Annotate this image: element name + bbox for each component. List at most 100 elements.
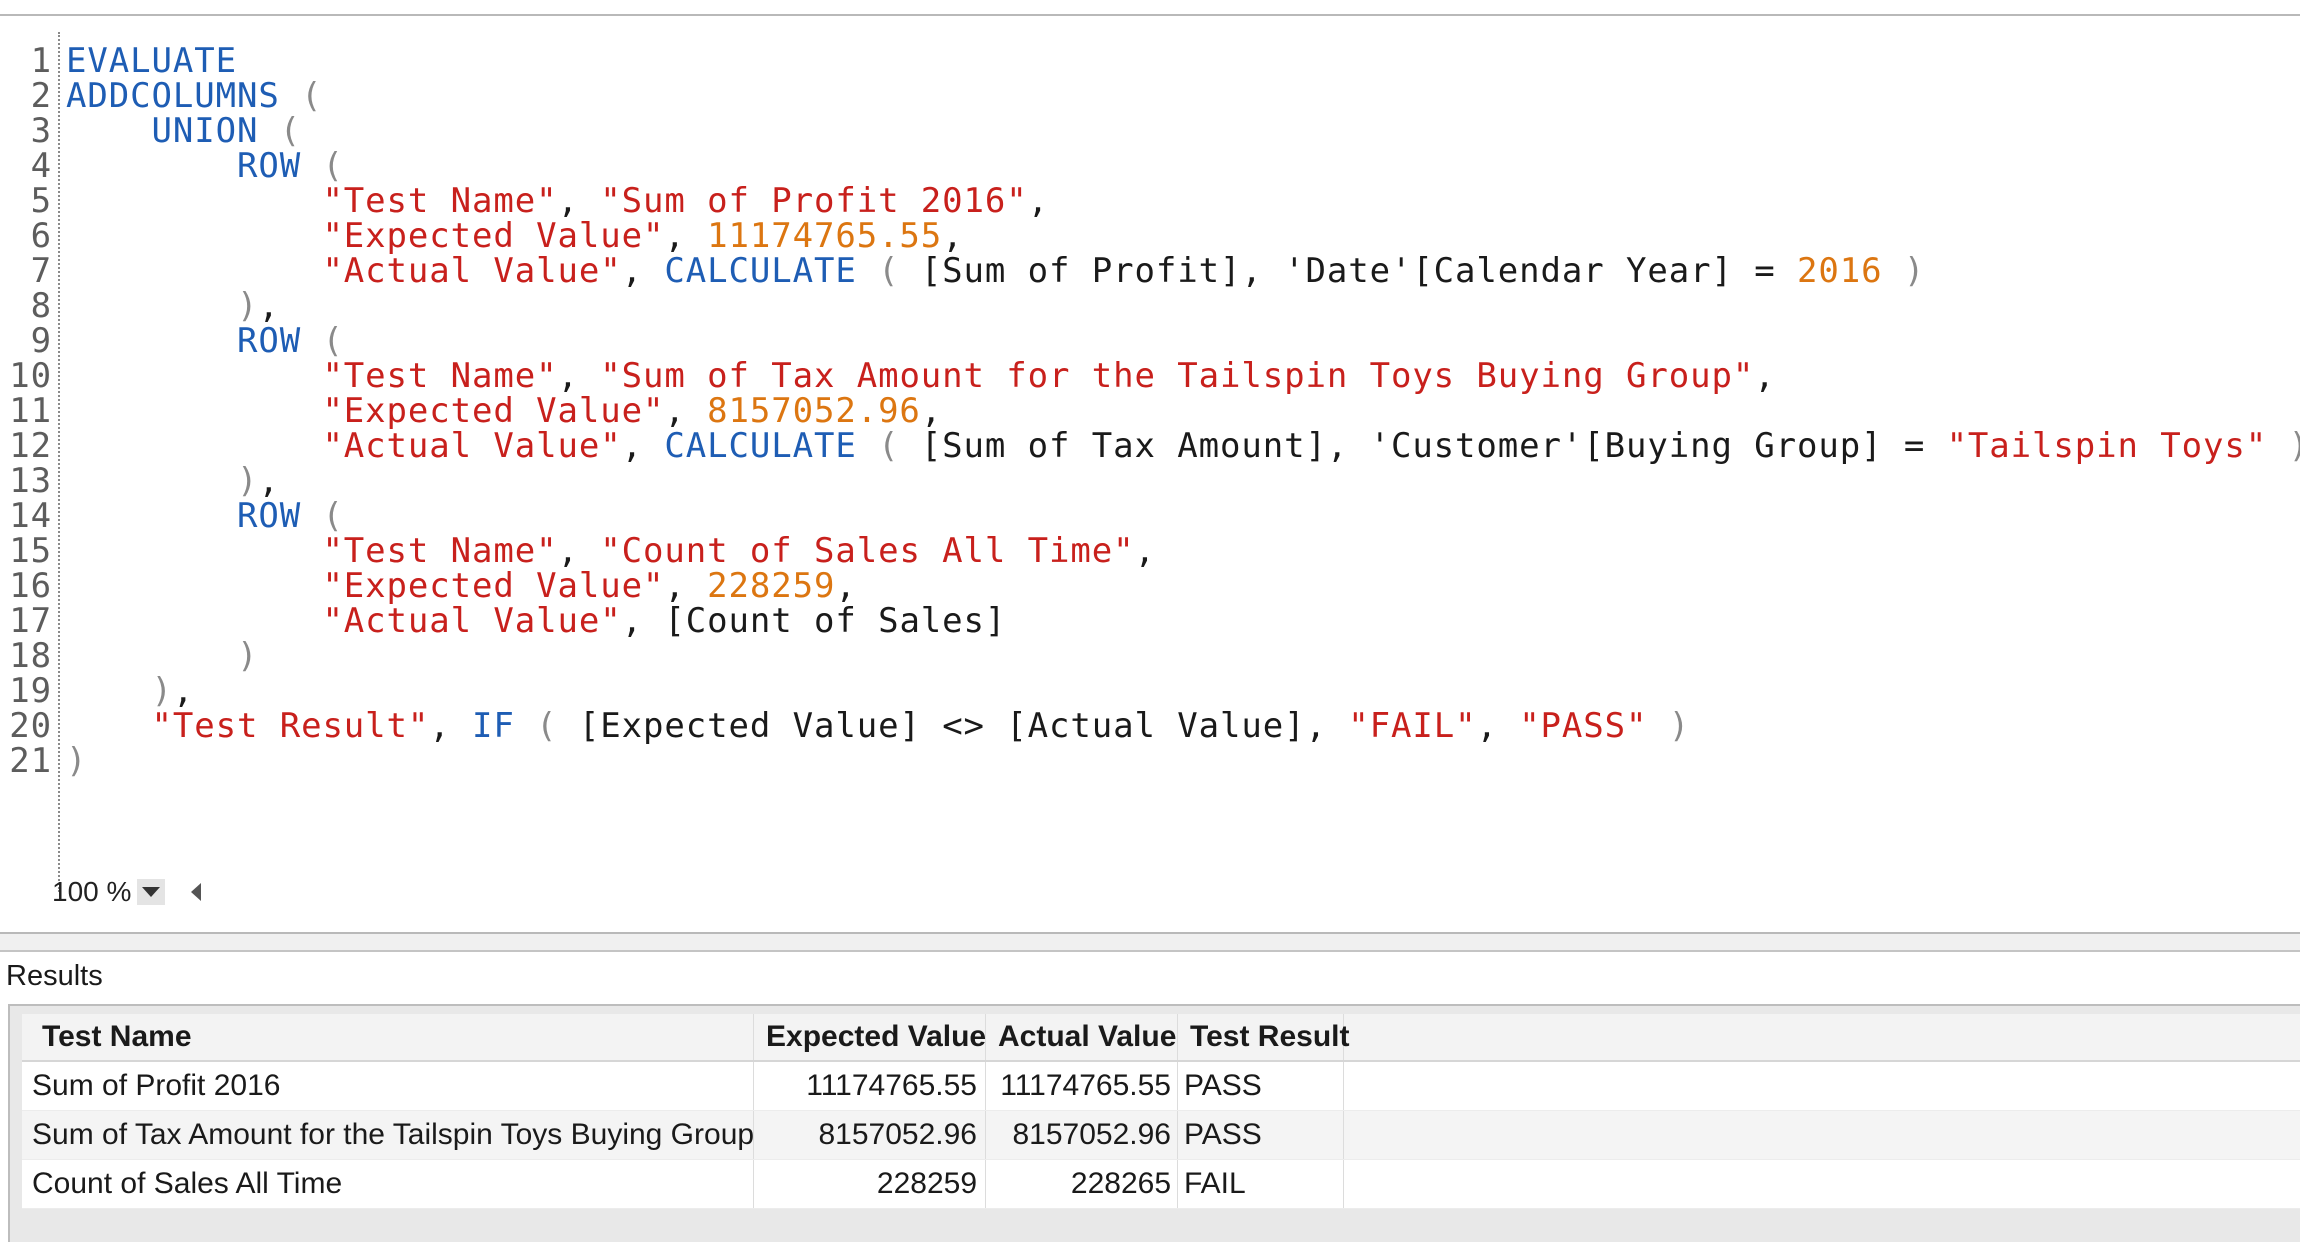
code-line[interactable]: 20 "Test Result", IF ( [Expected Value] … (0, 709, 2300, 744)
grid-header-row: Test Name Expected Value Actual Value Te… (22, 1014, 2300, 1062)
cell-test-name[interactable]: Sum of Tax Amount for the Tailspin Toys … (22, 1111, 754, 1159)
code-token: , (429, 706, 473, 746)
cell-test-result[interactable]: FAIL (1178, 1160, 1344, 1208)
code-line[interactable]: 9 ROW ( (0, 324, 2300, 359)
code-token: , (1754, 356, 1776, 396)
code-token: ADDCOLUMNS (66, 76, 280, 116)
code-area[interactable]: 1 EVALUATE 2 ADDCOLUMNS (3 UNION (4 ROW (5 … (0, 44, 2300, 779)
code-token: ( (258, 111, 302, 151)
scroll-left-arrow-icon[interactable] (191, 883, 202, 901)
results-pane: Results Test Name Expected Value Actual … (0, 952, 2300, 1242)
code-token: ) (236, 636, 259, 676)
code-token: , (920, 391, 943, 431)
results-grid[interactable]: Test Name Expected Value Actual Value Te… (22, 1014, 2300, 1240)
cell-test-result[interactable]: PASS (1178, 1062, 1344, 1110)
code-line[interactable]: 8 ), (0, 289, 2300, 324)
line-number: 4 (30, 146, 52, 186)
code-token: , (664, 391, 708, 431)
table-row[interactable]: Sum of Tax Amount for the Tailspin Toys … (22, 1111, 2300, 1160)
code-line[interactable]: 11 "Expected Value", 8157052.96, (0, 394, 2300, 429)
column-header-test-result[interactable]: Test Result (1178, 1014, 1349, 1060)
cell-expected-value[interactable]: 11174765.55 (754, 1062, 986, 1110)
code-token: "Count of Sales All Time" (600, 531, 1135, 571)
code-token: [Sum of Profit], 'Date'[Calendar Year] = (920, 251, 1797, 291)
cell-test-name[interactable]: Count of Sales All Time (22, 1160, 754, 1208)
cell-test-name[interactable]: Sum of Profit 2016 (22, 1062, 754, 1110)
pane-splitter[interactable] (0, 934, 2300, 952)
zoom-control[interactable]: 100 % (52, 876, 202, 908)
column-header-actual-value[interactable]: Actual Value (986, 1014, 1178, 1060)
code-token: UNION (151, 111, 259, 151)
column-header-expected-value[interactable]: Expected Value (754, 1014, 986, 1060)
code-token: "Expected Value" (322, 216, 665, 256)
code-token: 11174765.55 (707, 216, 943, 256)
code-token: ( (514, 706, 579, 746)
code-line[interactable]: 12 "Actual Value", CALCULATE ( [Sum of T… (0, 429, 2300, 464)
code-token: 8157052.96 (707, 391, 921, 431)
code-token: , (172, 671, 195, 711)
chevron-down-icon (142, 887, 161, 897)
line-number: 6 (30, 216, 52, 256)
cell-expected-value[interactable]: 8157052.96 (754, 1111, 986, 1159)
code-line[interactable]: 18 ) (0, 639, 2300, 674)
code-line[interactable]: 4 ROW ( (0, 149, 2300, 184)
code-line[interactable]: 19 ), (0, 674, 2300, 709)
code-token: 228259 (707, 566, 836, 606)
line-number: 19 (9, 671, 52, 711)
line-number: 17 (9, 601, 52, 641)
line-number: 15 (9, 531, 52, 571)
code-line[interactable]: 16 "Expected Value", 228259, (0, 569, 2300, 604)
code-line[interactable]: 10 "Test Name", "Sum of Tax Amount for t… (0, 359, 2300, 394)
cell-expected-value[interactable]: 228259 (754, 1160, 986, 1208)
gutter-separator (58, 32, 60, 892)
code-token: , (258, 286, 280, 326)
cell-actual-value[interactable]: 8157052.96 (986, 1111, 1178, 1159)
line-number: 2 (30, 76, 52, 116)
code-token: "Test Name" (322, 531, 558, 571)
cell-actual-value[interactable]: 228265 (986, 1160, 1178, 1208)
cell-actual-value[interactable]: 11174765.55 (986, 1062, 1178, 1110)
line-number: 11 (9, 391, 52, 431)
code-token: ) (1882, 251, 1926, 291)
code-token: "FAIL" (1348, 706, 1477, 746)
code-token: , (664, 216, 708, 256)
line-number: 8 (30, 286, 52, 326)
code-token: ) (2267, 426, 2300, 466)
code-line[interactable]: 7 "Actual Value", CALCULATE ( [Sum of Pr… (0, 254, 2300, 289)
code-line[interactable]: 21) (0, 744, 2300, 779)
cell-test-result[interactable]: PASS (1178, 1111, 1344, 1159)
code-token: ( (856, 251, 921, 291)
zoom-dropdown-button[interactable] (137, 879, 166, 905)
code-line[interactable]: 2 ADDCOLUMNS ( (0, 79, 2300, 114)
table-row[interactable]: Sum of Profit 2016 11174765.55 11174765.… (22, 1062, 2300, 1111)
line-number: 3 (30, 111, 52, 151)
line-number: 1 (30, 41, 52, 81)
code-line[interactable]: 5 "Test Name", "Sum of Profit 2016", (0, 184, 2300, 219)
line-number: 18 (9, 636, 52, 676)
query-editor[interactable]: 1 EVALUATE 2 ADDCOLUMNS (3 UNION (4 ROW (5 … (0, 16, 2300, 934)
column-header-test-name[interactable]: Test Name (22, 1014, 754, 1060)
code-line[interactable]: 17 "Actual Value", [Count of Sales] (0, 604, 2300, 639)
code-line[interactable]: 1 EVALUATE (0, 44, 2300, 79)
code-token: , (258, 461, 280, 501)
code-line[interactable]: 13 ), (0, 464, 2300, 499)
code-token: , (621, 251, 665, 291)
code-token: "Actual Value" (322, 426, 622, 466)
table-row[interactable]: Count of Sales All Time 228259 228265 FA… (22, 1160, 2300, 1209)
code-token: , (621, 426, 665, 466)
line-number: 7 (30, 251, 52, 291)
code-line[interactable]: 15 "Test Name", "Count of Sales All Time… (0, 534, 2300, 569)
code-token: "Expected Value" (322, 566, 665, 606)
code-line[interactable]: 3 UNION ( (0, 114, 2300, 149)
code-line[interactable]: 6 "Expected Value", 11174765.55, (0, 219, 2300, 254)
code-line[interactable]: 14 ROW ( (0, 499, 2300, 534)
code-token: EVALUATE (66, 41, 237, 81)
